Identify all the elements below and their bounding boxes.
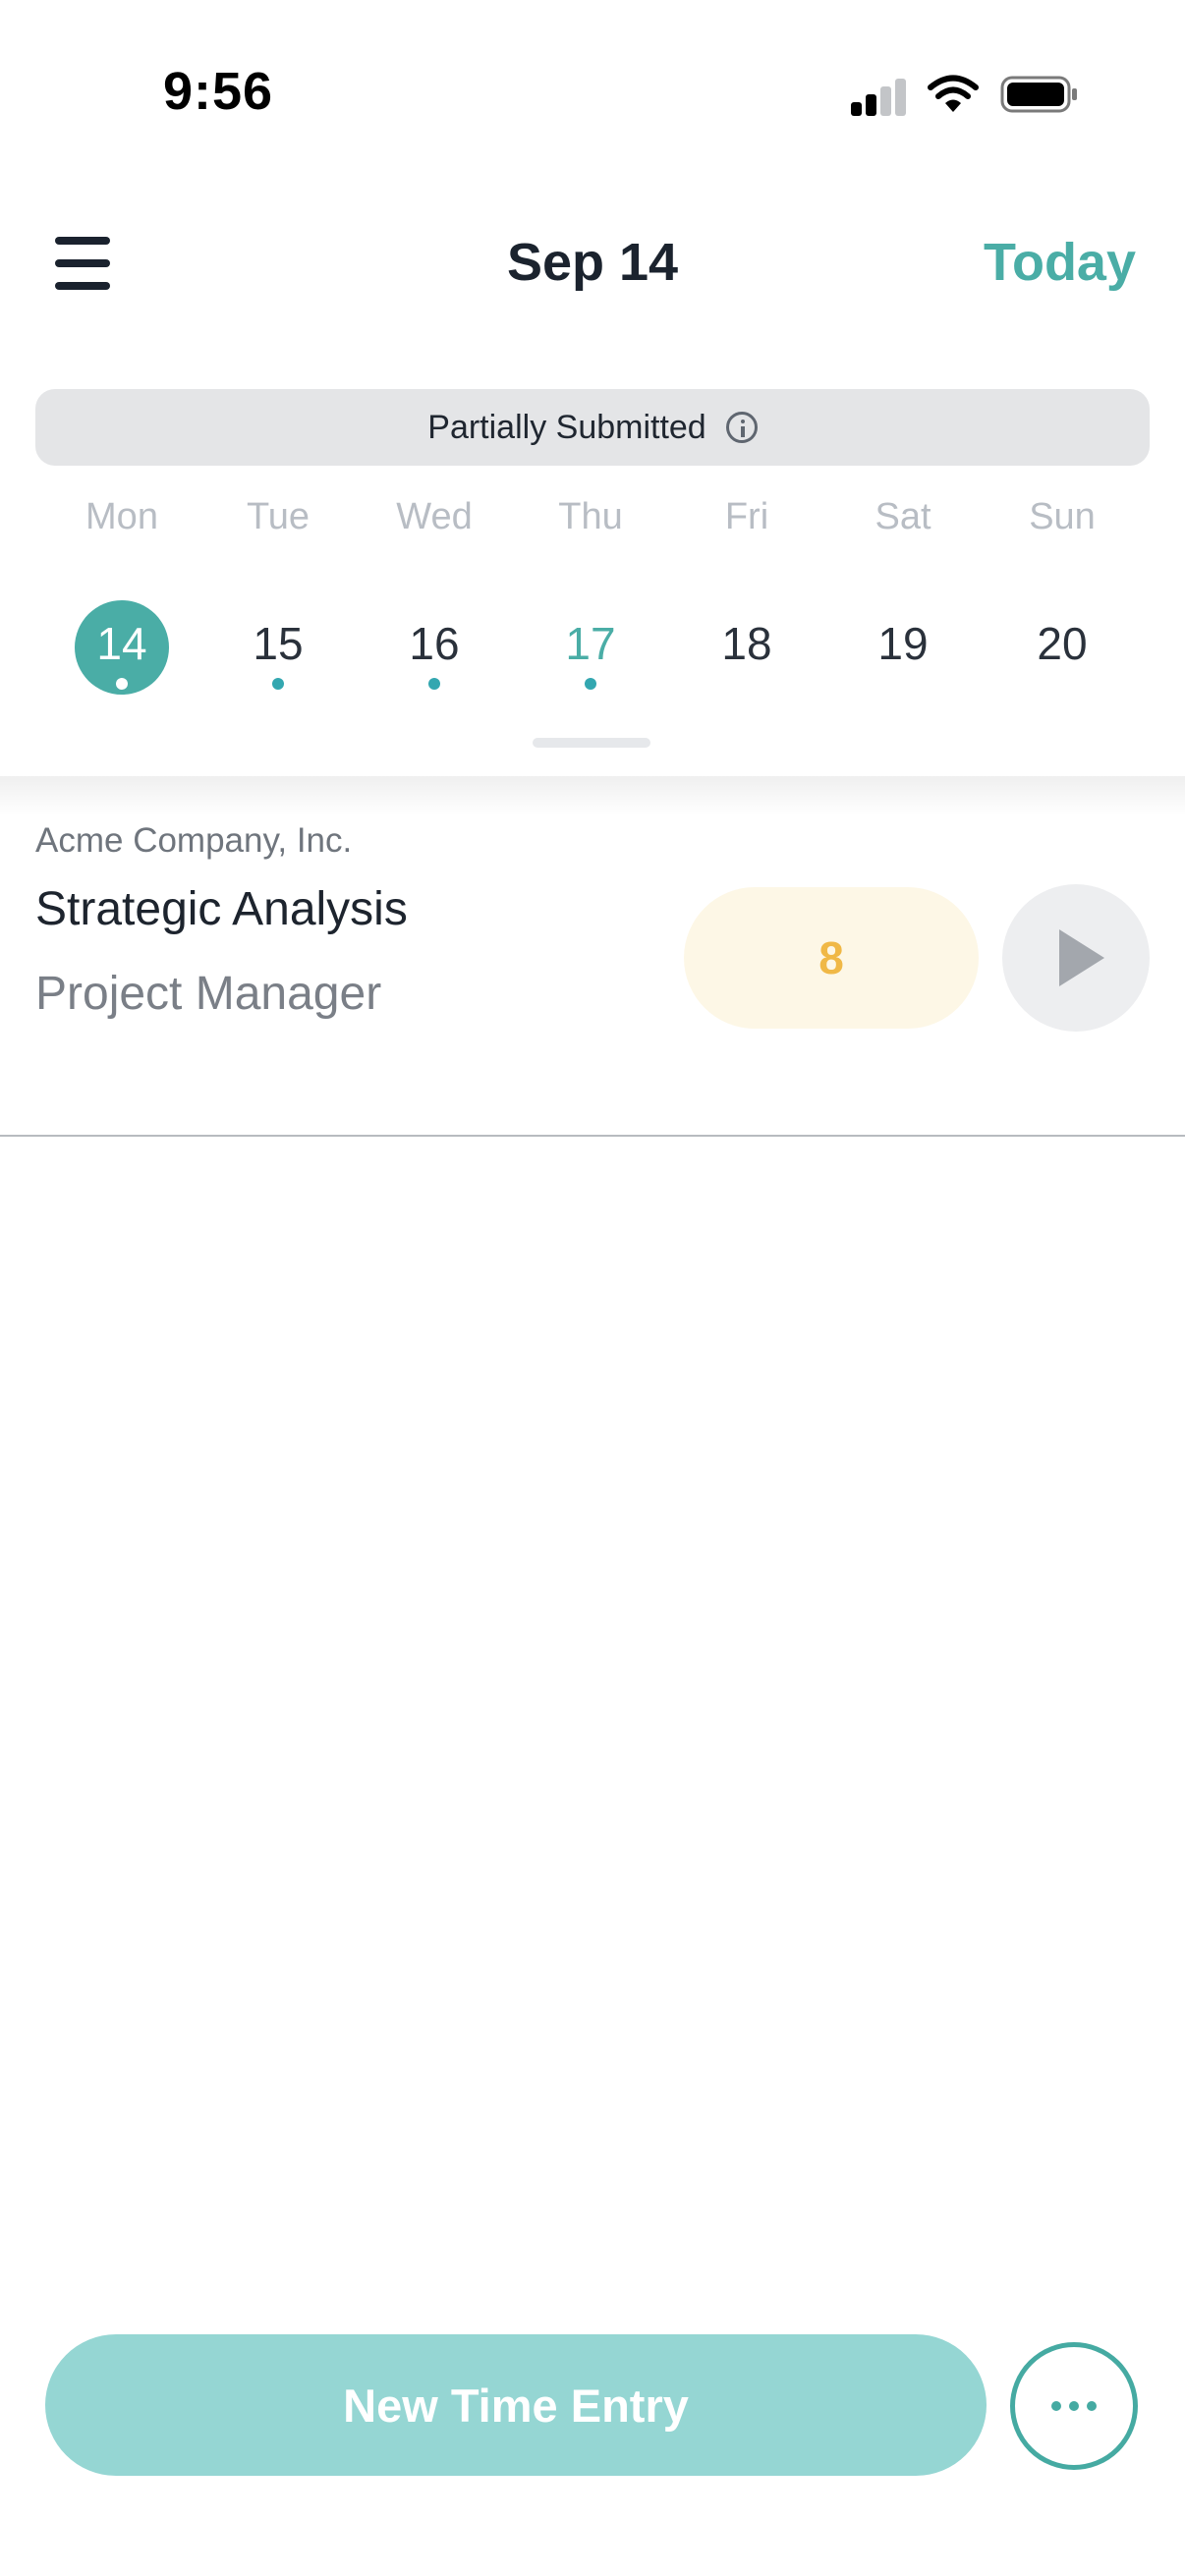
list-divider — [0, 1135, 1185, 1137]
today-button[interactable]: Today — [984, 232, 1136, 293]
entry-project-title: Strategic Analysis — [35, 883, 408, 935]
weekday-label: Wed — [396, 496, 473, 537]
day-14[interactable]: 14 — [53, 617, 191, 670]
day-15[interactable]: 15 — [209, 617, 347, 670]
info-icon[interactable] — [725, 412, 758, 443]
status-bar-time: 9:56 — [163, 62, 274, 121]
start-timer-button[interactable] — [1002, 884, 1150, 1032]
play-icon — [1059, 929, 1104, 986]
day-entry-dot — [272, 678, 284, 690]
weekday-label: Tue — [246, 496, 310, 537]
week-strip-drag-handle[interactable] — [533, 738, 650, 748]
wifi-icon — [928, 75, 979, 112]
day-19[interactable]: 19 — [834, 617, 972, 670]
new-time-entry-button[interactable]: New Time Entry — [45, 2334, 987, 2476]
weekday-label: Mon — [85, 496, 158, 537]
cellular-signal-icon — [851, 77, 906, 116]
day-18[interactable]: 18 — [678, 617, 816, 670]
day-entry-dot — [428, 678, 440, 690]
week-strip-shadow — [0, 776, 1185, 815]
day-17[interactable]: 17 — [522, 617, 659, 670]
weekday-label: Sat — [875, 496, 931, 537]
submission-status-text: Partially Submitted — [427, 408, 706, 446]
entry-role: Project Manager — [35, 968, 382, 1020]
weekday-label: Thu — [558, 496, 623, 537]
day-20[interactable]: 20 — [993, 617, 1131, 670]
weekday-label: Fri — [724, 496, 769, 537]
entry-company: Acme Company, Inc. — [35, 821, 353, 860]
day-16[interactable]: 16 — [366, 617, 503, 670]
day-entry-dot — [585, 678, 596, 690]
entry-hours-pill[interactable]: 8 — [684, 887, 979, 1029]
battery-icon — [1000, 76, 1077, 113]
more-options-icon — [1051, 2401, 1061, 2411]
submission-status-banner[interactable]: Partially Submitted — [35, 389, 1150, 466]
day-entry-dot — [116, 678, 128, 690]
entry-hours: 8 — [818, 932, 844, 983]
more-options-button[interactable] — [1010, 2342, 1138, 2470]
new-time-entry-label: New Time Entry — [343, 2379, 689, 2432]
weekday-label: Sun — [1029, 496, 1096, 537]
